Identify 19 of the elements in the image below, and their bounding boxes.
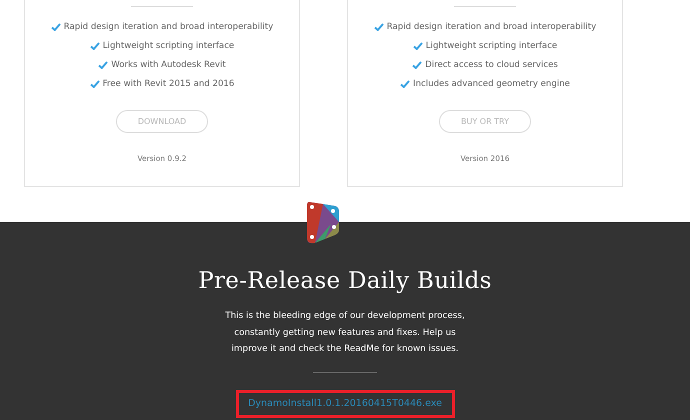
check-icon bbox=[412, 42, 423, 50]
feature-text: Works with Autodesk Revit bbox=[111, 60, 226, 70]
feature-text: Lightweight scripting interface bbox=[426, 40, 558, 50]
check-icon bbox=[98, 60, 108, 68]
check-icon bbox=[90, 42, 100, 50]
check-icon bbox=[50, 22, 61, 30]
feature-text: Lightweight scripting interface bbox=[102, 40, 234, 50]
description-text: This is the bleeding edge of our development process, constantly getting new features and fixes. Help us improve it and check the ReadMe for known issues. bbox=[225, 310, 465, 356]
feature-text: Direct access to cloud services bbox=[425, 60, 558, 70]
feature-text: Rapid design iteration and broad interoperability bbox=[64, 22, 274, 32]
check-icon bbox=[90, 80, 100, 88]
download-link[interactable]: DynamoInstall1.0.1.20160415T0446.exe bbox=[248, 398, 442, 409]
feature-text: Includes advanced geometry engine bbox=[413, 78, 570, 88]
check-icon bbox=[400, 80, 410, 88]
feature-text: Free with Revit 2015 and 2016 bbox=[102, 78, 234, 88]
feature-text: Rapid design iteration and broad interoperability bbox=[386, 22, 596, 32]
check-icon bbox=[374, 22, 384, 30]
section-title: Pre-Release Daily Builds bbox=[198, 268, 492, 294]
check-icon bbox=[412, 60, 422, 68]
